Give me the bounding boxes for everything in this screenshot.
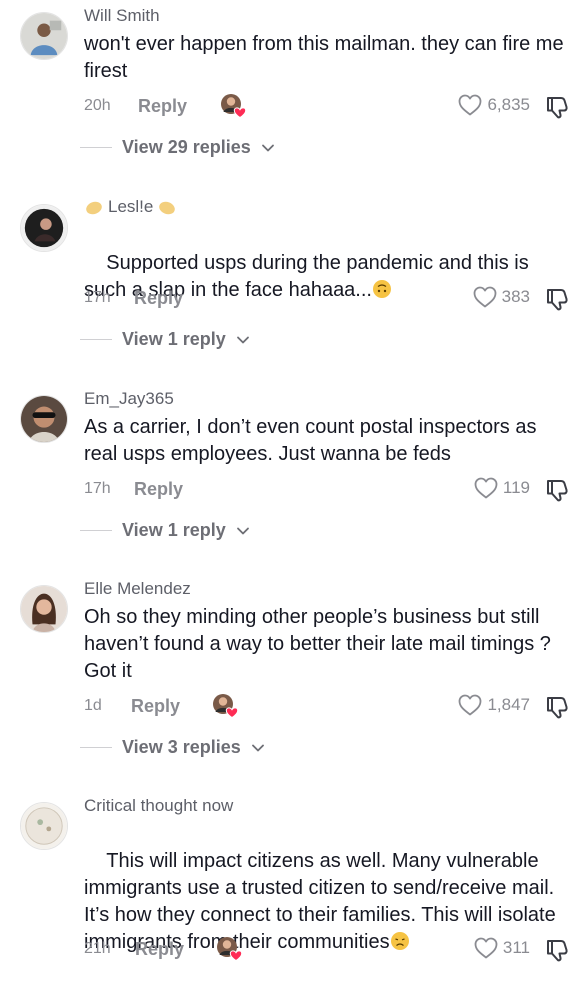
view-replies-button[interactable]: View 29 replies xyxy=(80,137,275,158)
chevron-down-icon xyxy=(236,526,250,536)
heart-outline-icon[interactable] xyxy=(473,286,497,308)
avatar[interactable] xyxy=(20,585,68,633)
divider-dash xyxy=(80,339,112,340)
comment-time: 1d xyxy=(84,697,102,714)
comment-actions: 17h Reply 383 xyxy=(84,285,584,313)
thumbs-down-outline-icon[interactable] xyxy=(544,694,570,720)
avatar[interactable] xyxy=(20,204,68,252)
comment-username: Lesl!e xyxy=(84,197,177,217)
comment-actions: 17h Reply 119 xyxy=(84,476,584,504)
comment-time: 17h xyxy=(84,289,111,306)
hand-clap-emoji-icon xyxy=(86,201,102,215)
hand-clap-emoji-icon xyxy=(159,201,176,215)
heart-outline-icon[interactable] xyxy=(458,94,482,116)
view-replies-button[interactable]: View 1 reply xyxy=(80,329,250,350)
like-count: 383 xyxy=(501,287,530,306)
like-count: 119 xyxy=(502,478,530,497)
comment-actions: 20h Reply 6,835 xyxy=(84,93,584,121)
heart-outline-icon[interactable] xyxy=(458,694,482,716)
heart-outline-icon[interactable] xyxy=(474,477,498,499)
chevron-down-icon xyxy=(261,143,275,153)
like-count: 311 xyxy=(502,938,530,957)
comment-text: As a carrier, I don’t even count postal … xyxy=(84,416,543,465)
view-replies-button[interactable]: View 3 replies xyxy=(80,737,265,758)
chevron-down-icon xyxy=(251,743,265,753)
like-control[interactable]: 383 xyxy=(473,286,530,308)
view-replies-label: View 3 replies xyxy=(122,737,241,757)
comment-username[interactable]: Elle Melendez xyxy=(84,579,191,599)
reply-button[interactable]: Reply xyxy=(131,696,180,717)
comment-time: 20h xyxy=(84,97,111,114)
view-replies-label: View 1 reply xyxy=(122,329,226,349)
creator-liked-badge-icon xyxy=(212,693,238,719)
divider-dash xyxy=(80,747,112,748)
reply-button[interactable]: Reply xyxy=(134,479,183,500)
comment-username[interactable]: Will Smith xyxy=(84,6,160,26)
comment-username[interactable]: Critical thought now xyxy=(84,796,233,816)
comment-time: 17h xyxy=(84,480,111,497)
reply-button[interactable]: Reply xyxy=(134,288,183,309)
view-replies-label: View 29 replies xyxy=(122,137,251,157)
view-replies-button[interactable]: View 1 reply xyxy=(80,520,250,541)
view-replies-label: View 1 reply xyxy=(122,520,226,540)
username-text[interactable]: Lesl!e xyxy=(108,197,153,217)
comment-text: Supported usps during the pandemic and t… xyxy=(84,223,574,331)
thumbs-down-outline-icon[interactable] xyxy=(544,937,570,963)
divider-dash xyxy=(80,530,112,531)
comment-time: 21h xyxy=(84,940,111,957)
avatar[interactable] xyxy=(20,395,68,443)
avatar[interactable] xyxy=(20,12,68,60)
thumbs-down-outline-icon[interactable] xyxy=(544,94,570,120)
comment-actions: 1d Reply 1,847 xyxy=(84,693,584,721)
like-control[interactable]: 311 xyxy=(474,937,530,959)
like-control[interactable]: 119 xyxy=(474,477,530,499)
reply-button[interactable]: Reply xyxy=(138,96,187,117)
chevron-down-icon xyxy=(236,335,250,345)
heart-outline-icon[interactable] xyxy=(474,937,498,959)
comment-text: won't ever happen from this mailman. the… xyxy=(84,33,570,82)
like-control[interactable]: 1,847 xyxy=(458,694,530,716)
thumbs-down-outline-icon[interactable] xyxy=(544,286,570,312)
like-control[interactable]: 6,835 xyxy=(458,94,530,116)
divider-dash xyxy=(80,147,112,148)
comment-text: Oh so they minding other people’s busine… xyxy=(84,606,557,682)
like-count: 6,835 xyxy=(487,95,530,114)
thumbs-down-outline-icon[interactable] xyxy=(544,477,570,503)
like-count: 1,847 xyxy=(487,695,530,714)
creator-liked-badge-icon xyxy=(220,93,246,119)
comment-username[interactable]: Em_Jay365 xyxy=(84,389,174,409)
avatar[interactable] xyxy=(20,802,68,850)
creator-liked-badge-icon xyxy=(216,936,242,962)
reply-button[interactable]: Reply xyxy=(135,939,184,960)
